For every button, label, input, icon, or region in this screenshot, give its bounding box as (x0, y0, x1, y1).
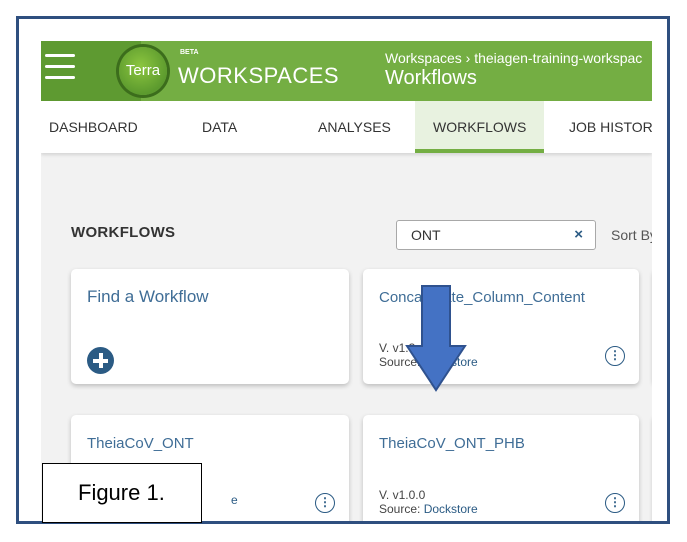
terra-screen: Terra BETA WORKSPACES Workspaces › theia… (41, 41, 652, 521)
workflow-card-title[interactable]: TheiaCoV_ONT (87, 435, 194, 452)
tab-analyses[interactable]: ANALYSES (300, 101, 409, 153)
workflow-source: Source: Dockstore (379, 502, 478, 516)
app-header: Terra BETA WORKSPACES Workspaces › theia… (41, 41, 652, 101)
more-options-icon[interactable]: ⋮ (605, 493, 625, 513)
tab-dashboard[interactable]: DASHBOARD (41, 101, 156, 153)
tab-data[interactable]: DATA (184, 101, 255, 153)
clear-search-icon[interactable]: × (574, 226, 583, 243)
more-options-icon[interactable]: ⋮ (315, 493, 335, 513)
find-workflow-card[interactable]: Find a Workflow (71, 269, 349, 384)
more-options-icon[interactable]: ⋮ (605, 346, 625, 366)
workflow-version: V. v1.0.0 (379, 488, 426, 502)
annotation-down-arrow-icon (405, 285, 467, 392)
workflow-card-theiacov-ont-phb[interactable]: TheiaCoV_ONT_PHB V. v1.0.0 Source: Docks… (363, 415, 639, 521)
source-link[interactable]: Dockstore (424, 502, 478, 516)
screenshot-frame: Terra BETA WORKSPACES Workspaces › theia… (16, 16, 670, 524)
source-prefix: Source: (379, 502, 424, 516)
search-value: ONT (411, 227, 441, 243)
add-plus-icon[interactable] (87, 347, 114, 374)
sort-by-label[interactable]: Sort By (611, 227, 652, 243)
hamburger-menu-icon[interactable] (45, 54, 75, 82)
workflow-search-input[interactable]: ONT × (396, 220, 596, 250)
app-title: WORKSPACES (178, 63, 340, 88)
workflow-card-meta: V. v1.0.0 Source: Dockstore (379, 488, 478, 516)
breadcrumb[interactable]: Workspaces › theiagen-training-workspac (385, 50, 642, 66)
workflow-card-meta: e (231, 493, 238, 507)
page-title: Workflows (385, 67, 477, 89)
tab-job-history[interactable]: JOB HISTORY (551, 101, 652, 153)
source-link[interactable]: e (231, 493, 238, 507)
section-title: WORKFLOWS (71, 224, 176, 241)
find-workflow-title: Find a Workflow (87, 287, 209, 306)
beta-badge: BETA (180, 49, 199, 56)
workspace-tabs: DASHBOARD DATA ANALYSES WORKFLOWS JOB HI… (41, 101, 652, 153)
logo-text: Terra (125, 62, 161, 79)
terra-logo[interactable]: Terra (119, 47, 167, 95)
workflow-card-title[interactable]: TheiaCoV_ONT_PHB (379, 435, 525, 452)
figure-label: Figure 1. (42, 463, 202, 523)
tab-workflows[interactable]: WORKFLOWS (415, 101, 545, 153)
